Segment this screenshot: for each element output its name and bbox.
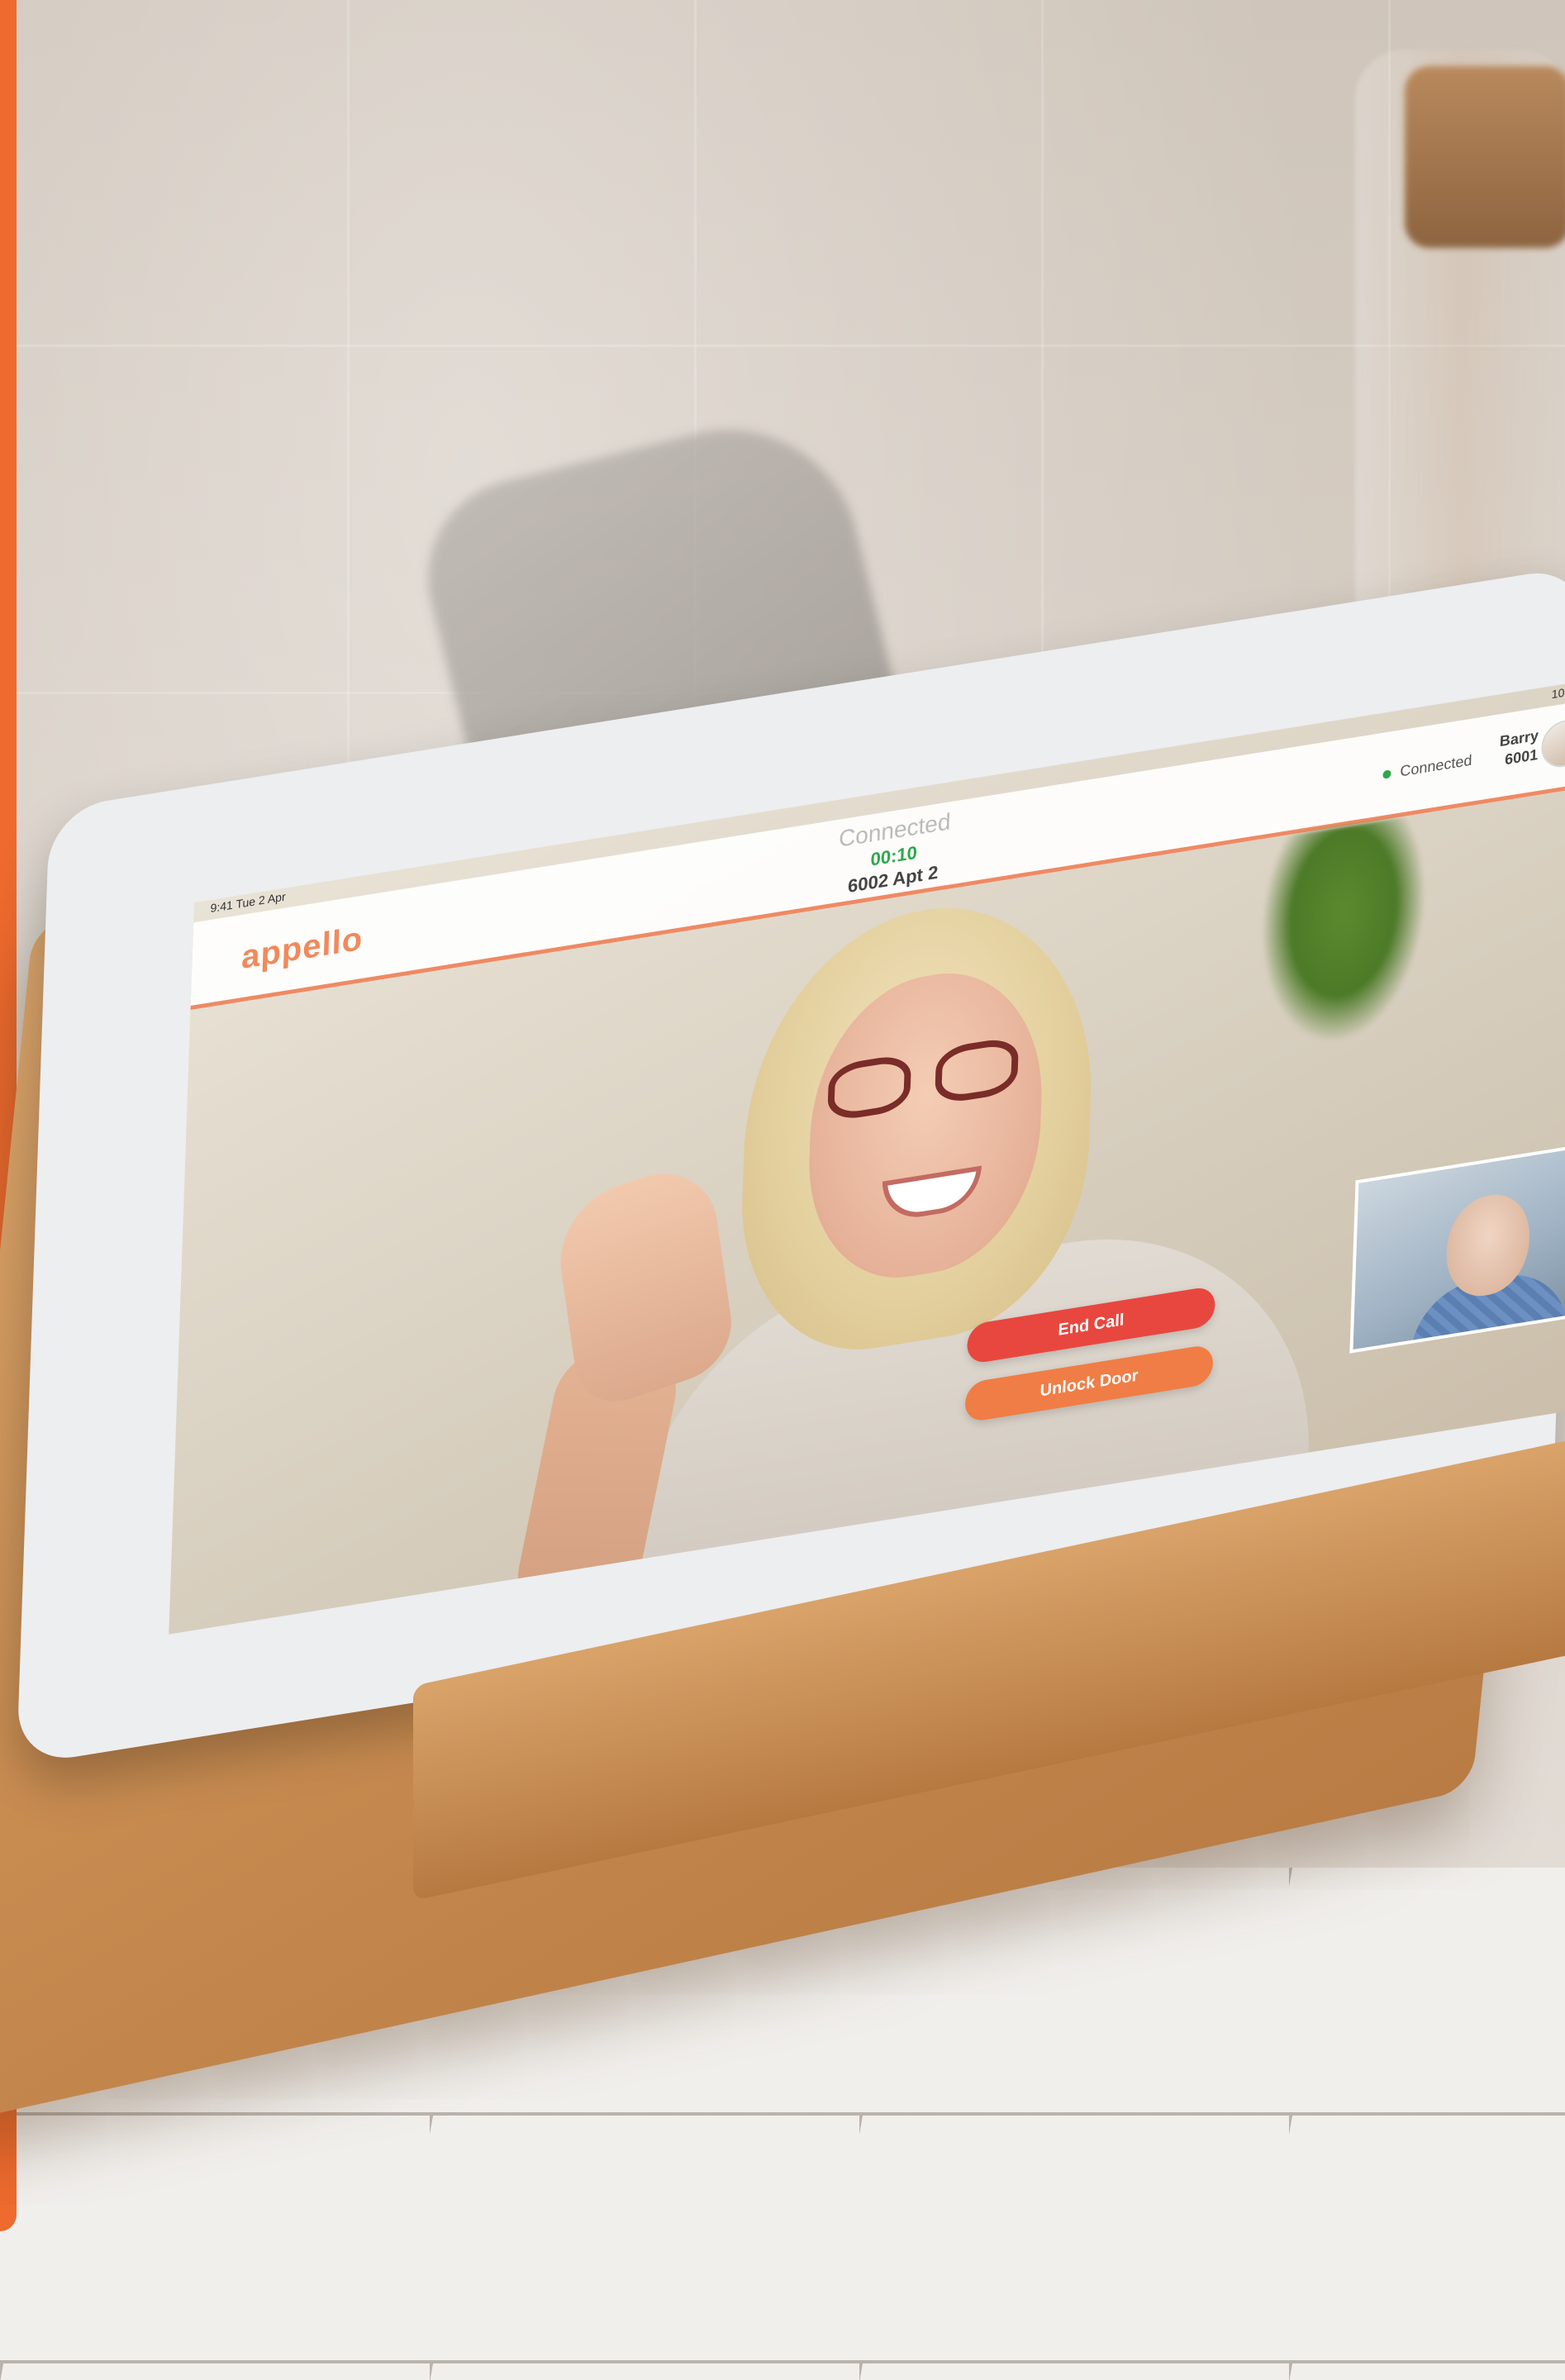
self-video-preview [1349, 1144, 1565, 1354]
photo-scene: 9:41 Tue 2 Apr 100% appello Connected 00… [0, 0, 1565, 2380]
battery-level: 100% [1551, 683, 1565, 702]
user-info: Barry 6001 [1499, 726, 1539, 772]
bottle-cork [1405, 66, 1565, 248]
background-plant [1256, 812, 1429, 1056]
status-dot-icon [1382, 769, 1391, 779]
